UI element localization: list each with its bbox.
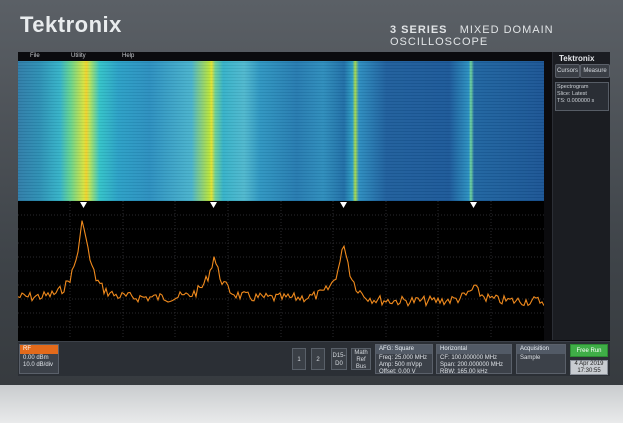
cursors-button[interactable]: Cursors <box>555 64 580 78</box>
afg-frequency: Freq: 25.000 MHz <box>379 355 428 361</box>
horizontal-badge[interactable]: Horizontal CF: 100.000000 MHz Span: 200.… <box>436 344 512 375</box>
peak-marker-4 <box>470 202 477 208</box>
spectrogram-badge[interactable]: Spectrogram Slice: Latest TS: 0.000000 s <box>555 82 609 111</box>
spectrogram-ts: TS: 0.000000 s <box>557 98 607 105</box>
peak-markers <box>80 202 477 208</box>
horizontal-rbw: RBW: 165.00 kHz <box>440 369 488 375</box>
oscilloscope-screen: File Utility Help Tektronix Cursors Meas… <box>18 52 610 376</box>
peak-marker-1 <box>80 202 87 208</box>
rf-channel-badge[interactable]: RF 0.00 dBm 10.0 dB/div <box>19 344 59 374</box>
menu-bar: File Utility Help <box>18 52 552 61</box>
spectrum-graph <box>18 201 544 337</box>
acquisition-mode: Sample <box>520 355 541 361</box>
spectrogram-ts-label: TS: <box>557 98 566 104</box>
horizontal-header: Horizontal <box>437 345 511 354</box>
channel-2-button[interactable]: 2 <box>311 348 325 370</box>
peak-marker-2 <box>210 202 217 208</box>
time-label: 17:30:55 <box>577 368 601 374</box>
rf-header: RF <box>20 345 58 354</box>
spectrogram-ts-value: 0.000000 s <box>567 98 595 104</box>
math-ref-bus-button[interactable]: Math Ref Bus <box>351 348 371 370</box>
spectrogram-badge-title: Spectrogram <box>557 84 589 90</box>
menu-help[interactable]: Help <box>122 53 134 59</box>
side-panel: Tektronix Cursors Measure Spectrogram Sl… <box>552 52 610 340</box>
afg-offset: Offset: 0.00 V <box>379 369 416 375</box>
afg-header: AFG: Square <box>376 345 432 354</box>
settings-bar: RF 0.00 dBm 10.0 dB/div 1 2 D15-D0 Math … <box>18 341 610 376</box>
instrument-bezel-lower <box>0 385 623 423</box>
spectrogram-slice: Slice: Latest <box>557 91 587 97</box>
brand-logo: Tektronix <box>20 12 122 37</box>
horizontal-center-freq: CF: 100.000000 MHz <box>440 355 498 361</box>
side-panel-logo: Tektronix <box>559 54 595 63</box>
menu-utility[interactable]: Utility <box>71 53 86 59</box>
rf-scale: 10.0 dB/div <box>23 362 54 368</box>
series-title: 3 SERIES MIXED DOMAIN OSCILLOSCOPE <box>390 24 623 48</box>
peak-marker-3 <box>340 202 347 208</box>
date-time-display[interactable]: 4 Apr 2019 17:30:55 <box>570 360 608 375</box>
spectrum-view[interactable] <box>18 201 544 341</box>
rf-level: 0.00 dBm <box>23 355 49 361</box>
afg-badge[interactable]: AFG: Square Freq: 25.000 MHz Amp: 500 mV… <box>375 344 433 375</box>
spectrogram-view[interactable] <box>18 61 544 201</box>
acquisition-header: Acquisition <box>517 345 565 354</box>
digital-channels-button[interactable]: D15-D0 <box>331 348 347 370</box>
menu-file[interactable]: File <box>30 53 40 59</box>
horizontal-span: Span: 200.000000 MHz <box>440 362 504 368</box>
date-label: 4 Apr 2019 <box>574 361 604 367</box>
channel-1-button[interactable]: 1 <box>292 348 306 370</box>
acquisition-badge[interactable]: Acquisition Sample <box>516 344 566 374</box>
free-run-button[interactable]: Free Run <box>570 344 608 357</box>
spectrum-grid <box>18 201 544 337</box>
spectrum-trace <box>18 220 544 308</box>
series-number: 3 SERIES <box>390 24 448 36</box>
afg-amplitude: Amp: 500 mVpp <box>379 362 423 368</box>
measure-button[interactable]: Measure <box>580 64 610 78</box>
